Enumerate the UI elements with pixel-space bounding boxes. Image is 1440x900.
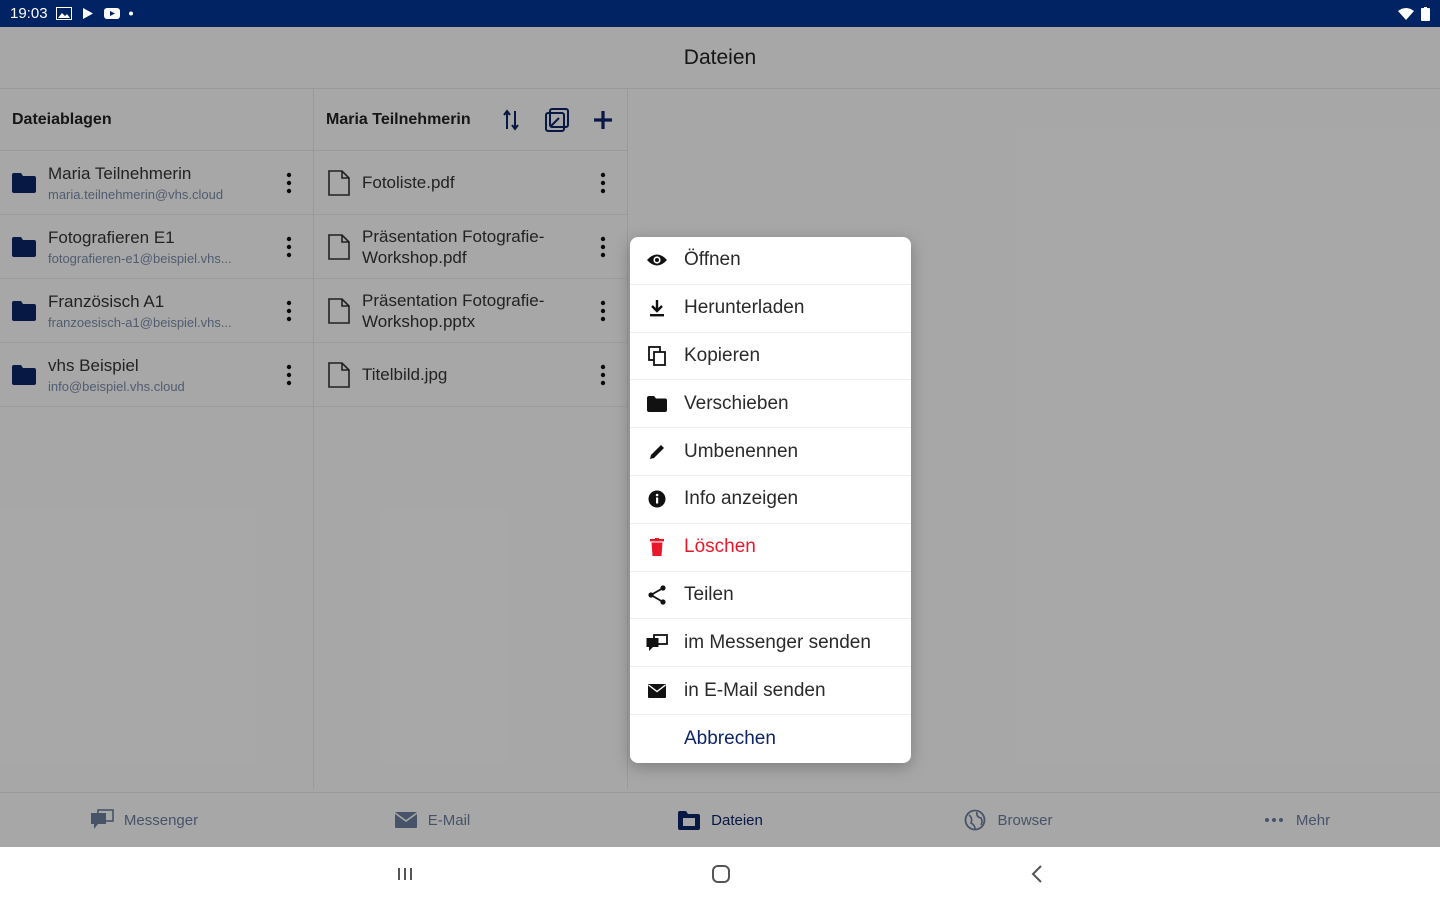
menu-info[interactable]: Info anzeigen [630,476,911,524]
share-icon [630,585,684,605]
info-icon [630,490,684,508]
screen: 19:03 Dateien Dateiablagen Maria Teilneh… [0,0,1440,900]
menu-label: Abbrechen [684,727,776,749]
system-navigation-bar [0,847,1440,900]
menu-send-messenger[interactable]: im Messenger senden [630,619,911,668]
menu-label: Verschieben [684,392,789,414]
menu-rename[interactable]: Umbenennen [630,428,911,476]
eye-icon [630,252,684,268]
menu-move[interactable]: Verschieben [630,380,911,429]
battery-icon [1421,6,1430,21]
menu-label: Kopieren [684,344,761,366]
menu-share[interactable]: Teilen [630,572,911,620]
menu-label: Umbenennen [684,440,799,462]
menu-open[interactable]: Öffnen [630,237,911,285]
context-menu: Öffnen Herunterladen Kopieren Verschiebe… [630,237,911,763]
folder-icon [630,395,684,412]
menu-label: Löschen [684,536,756,558]
play-icon [82,8,93,19]
home-icon[interactable] [708,861,734,887]
status-time: 19:03 [10,5,48,22]
pencil-icon [630,443,684,461]
download-icon [630,299,684,317]
dot-icon [128,11,133,16]
wifi-icon [1398,8,1414,20]
messenger-icon [630,633,684,652]
mail-icon [630,683,684,698]
recent-apps-icon[interactable] [392,861,418,887]
menu-label: im Messenger senden [684,631,871,653]
menu-label: Öffnen [684,249,741,271]
trash-icon [630,538,684,557]
menu-download[interactable]: Herunterladen [630,285,911,333]
back-icon[interactable] [1024,861,1050,887]
menu-label: Herunterladen [684,297,805,319]
copy-icon [630,346,684,366]
video-icon [103,8,120,19]
gallery-icon [55,7,72,20]
menu-label: Teilen [684,583,734,605]
menu-send-email[interactable]: in E-Mail senden [630,667,911,715]
menu-label: in E-Mail senden [684,679,826,701]
status-bar: 19:03 [0,0,1440,27]
menu-label: Info anzeigen [684,488,799,510]
menu-delete[interactable]: Löschen [630,524,911,572]
menu-copy[interactable]: Kopieren [630,333,911,381]
menu-cancel[interactable]: Abbrechen [630,715,911,763]
